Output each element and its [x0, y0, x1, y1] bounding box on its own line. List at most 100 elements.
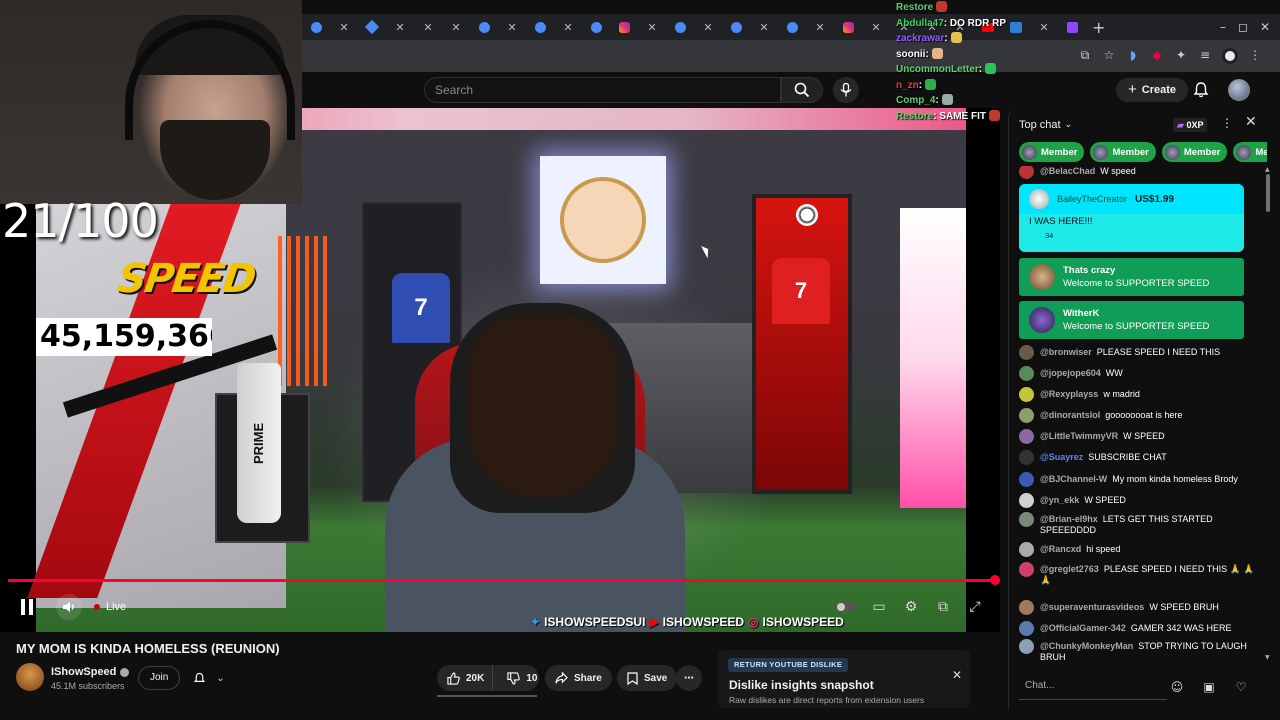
browser-tab-strip: ✕ ✕ ✕ ✕ ✕ ✕ ✕ ✕ ✕ ✕ ✕ ✕ ✕ ✕ ✕ +	[302, 14, 1280, 40]
browser-tab[interactable]: ✕	[386, 14, 414, 40]
maximize-button[interactable]: ◻	[1238, 20, 1248, 34]
fullscreen-icon[interactable]: ⤢	[963, 594, 987, 620]
chat-message: @yn_ekk W SPEED	[1019, 493, 1255, 508]
close-chat-icon[interactable]: ✕	[1245, 114, 1257, 130]
channel-avatar[interactable]	[16, 663, 44, 691]
extension-sound-icon[interactable]: ◗	[1126, 48, 1140, 62]
avatar	[1019, 621, 1034, 636]
browser-tab[interactable]	[302, 14, 330, 40]
voice-search-button[interactable]	[833, 77, 859, 103]
minimize-button[interactable]: –	[1220, 20, 1226, 34]
scroll-thumb[interactable]	[1266, 174, 1270, 212]
tab-favicon-icon	[478, 21, 490, 33]
media-controls-icon[interactable]: ≡	[1198, 48, 1212, 62]
tab-favicon-icon	[674, 21, 686, 33]
chat-message: @Suayrez SUBSCRIBE CHAT	[1019, 450, 1255, 465]
search-input[interactable]: Search	[424, 77, 781, 103]
save-button[interactable]: Save	[617, 665, 678, 691]
ryd-title: Dislike insights snapshot	[729, 678, 874, 692]
browser-tab[interactable]	[778, 14, 806, 40]
browser-tab[interactable]: ✕	[750, 14, 778, 40]
extensions-puzzle-icon[interactable]: ✦	[1174, 48, 1188, 62]
tab-favicon-icon	[1066, 21, 1078, 33]
new-tab-button[interactable]: +	[1092, 18, 1105, 37]
heart-icon[interactable]: ♡	[1233, 679, 1249, 695]
browser-tab[interactable]	[526, 14, 554, 40]
close-icon[interactable]: ✕	[952, 668, 962, 682]
chat-more-icon[interactable]: ⋮	[1221, 116, 1233, 130]
browser-tab[interactable]: ✕	[1030, 14, 1058, 40]
overlay-chat-line: zackrawar:	[896, 31, 1026, 47]
emote-icon	[985, 63, 997, 74]
browser-menu-icon[interactable]: ⋮	[1248, 48, 1262, 62]
close-window-button[interactable]: ✕	[1260, 20, 1270, 34]
browser-tab[interactable]: ✕	[806, 14, 834, 40]
member-chip[interactable]: Member	[1019, 142, 1085, 162]
browser-tab[interactable]: ✕	[862, 14, 890, 40]
join-button[interactable]: Join	[138, 666, 181, 690]
more-actions-icon[interactable]: ⋯	[676, 665, 702, 691]
avatar	[1019, 562, 1034, 577]
member-chip[interactable]: Member	[1090, 142, 1156, 162]
browser-tab[interactable]	[722, 14, 750, 40]
browser-tab[interactable]: ✕	[414, 14, 442, 40]
scroll-up-icon[interactable]: ▲	[1265, 166, 1270, 173]
browser-tab[interactable]	[470, 14, 498, 40]
browser-tab[interactable]: ✕	[498, 14, 526, 40]
dislike-button[interactable]: 10	[499, 671, 545, 685]
like-button[interactable]: 20K	[437, 665, 494, 691]
browser-tab[interactable]: ✕	[694, 14, 722, 40]
browser-tab[interactable]	[610, 14, 638, 40]
xp-badge[interactable]: ▰ 0XP	[1173, 118, 1208, 132]
browser-tab[interactable]	[358, 14, 386, 40]
tab-favicon-icon	[534, 21, 546, 33]
browser-tab[interactable]: ✕	[330, 14, 358, 40]
browser-tab[interactable]: ✕	[638, 14, 666, 40]
chat-messages[interactable]: @BelacChad W speed BaileyTheCreator US$1.…	[1009, 166, 1265, 666]
share-button[interactable]: Share	[545, 665, 612, 691]
soccer-ball	[796, 204, 818, 226]
chat-input[interactable]: Chat...	[1019, 674, 1167, 700]
autoplay-toggle[interactable]	[834, 594, 858, 620]
pause-button[interactable]	[16, 594, 38, 620]
miniplayer-icon[interactable]: ⧉	[931, 594, 955, 620]
settings-gear-icon[interactable]: ⚙	[899, 594, 923, 620]
progress-scrubber[interactable]	[990, 575, 1000, 585]
member-chip[interactable]: Member	[1161, 142, 1228, 162]
chevron-down-icon: ⌄	[216, 672, 225, 684]
emoji-icon[interactable]: ☺	[1169, 679, 1185, 695]
subscriber-counter: 45,159,366	[36, 318, 212, 356]
bookmark-star-icon[interactable]: ☆	[1102, 48, 1116, 62]
browser-profile-avatar[interactable]	[1222, 48, 1238, 64]
chat-scrollbar[interactable]: ▲ ▼	[1265, 166, 1271, 666]
browser-tab[interactable]	[666, 14, 694, 40]
chat-message: @LittleTwimmyVR W SPEED	[1019, 429, 1255, 444]
scroll-down-icon[interactable]: ▼	[1265, 654, 1270, 661]
super-chat-icon[interactable]: ▣	[1201, 679, 1217, 695]
avatar	[1164, 144, 1180, 160]
account-avatar[interactable]	[1228, 79, 1250, 101]
chat-message: @bronwiser PLEASE SPEED I NEED THIS	[1019, 345, 1255, 360]
create-button[interactable]: + Create	[1116, 78, 1189, 102]
top-chat-dropdown[interactable]: Top chat ⌄	[1019, 119, 1072, 131]
extension-dislike-icon[interactable]: ◆	[1150, 48, 1164, 62]
volume-button[interactable]	[56, 594, 82, 620]
progress-bar[interactable]	[8, 579, 994, 582]
channel-name[interactable]: IShowSpeed	[51, 666, 130, 678]
live-indicator[interactable]: Live	[94, 594, 126, 620]
subtitles-icon[interactable]: ▭	[867, 594, 891, 620]
browser-tab[interactable]: ✕	[442, 14, 470, 40]
twitter-icon: ✦	[530, 615, 541, 629]
cast-icon[interactable]: ⧉	[1078, 48, 1092, 62]
browser-tab[interactable]	[834, 14, 862, 40]
browser-tab[interactable]	[582, 14, 610, 40]
chat-message: @ChunkyMonkeyMan STOP TRYING TO LAUGH BRU…	[1019, 639, 1255, 663]
notifications-bell-icon[interactable]	[1192, 81, 1210, 99]
member-chip[interactable]: Mem	[1233, 142, 1267, 162]
browser-tab[interactable]: ✕	[554, 14, 582, 40]
notification-preferences-button[interactable]: ⌄	[184, 666, 234, 690]
browser-tab[interactable]	[1058, 14, 1086, 40]
tab-favicon-icon	[842, 21, 854, 33]
search-button[interactable]	[781, 77, 823, 103]
like-dislike-group: 20K 10	[437, 665, 539, 691]
